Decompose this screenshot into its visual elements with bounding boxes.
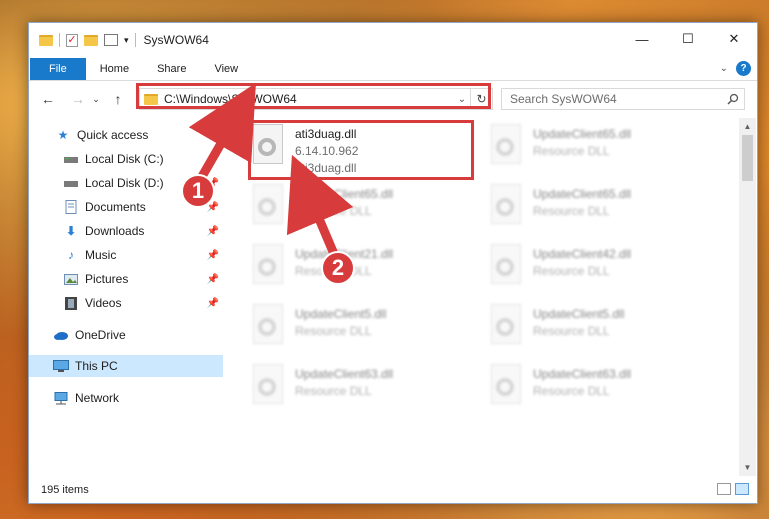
annotation-arrows bbox=[188, 82, 354, 256]
step-badge-2: 2 bbox=[321, 251, 355, 285]
step-badge-1: 1 bbox=[181, 174, 215, 208]
arrow-to-file bbox=[286, 154, 354, 256]
arrow-to-address-bar bbox=[188, 82, 256, 183]
